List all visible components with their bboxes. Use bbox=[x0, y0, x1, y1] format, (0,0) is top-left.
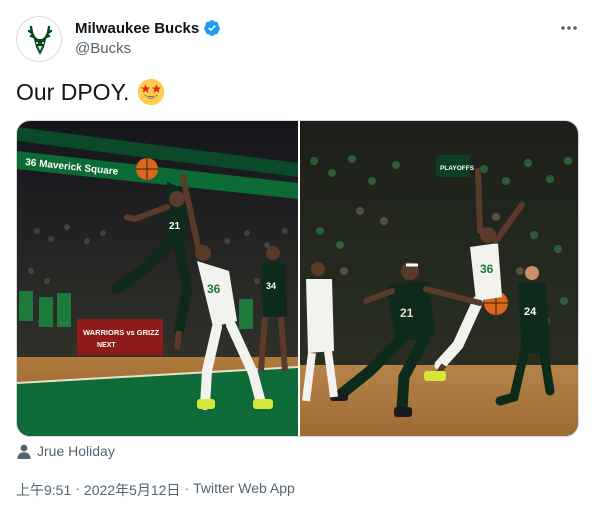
author-handle[interactable]: @Bucks bbox=[75, 40, 131, 57]
author-name-row: Milwaukee Bucks bbox=[75, 19, 221, 37]
player-number-left-a: 21 bbox=[169, 221, 181, 232]
board-subtext: NEXT bbox=[97, 342, 116, 349]
board-text: WARRIORS vs GRIZZ bbox=[83, 328, 160, 337]
tweet-text: Our DPOY. bbox=[16, 78, 165, 106]
verified-badge-icon bbox=[204, 20, 221, 36]
player-number-right-a: 21 bbox=[400, 306, 414, 320]
photo-left-image: 36 Maverick Square WARRIORS vs GRIZZ NEX… bbox=[17, 121, 298, 436]
tagged-person-name: Jrue Holiday bbox=[37, 443, 115, 459]
player-number-right-b: 36 bbox=[480, 262, 494, 276]
player-number-right-c: 24 bbox=[524, 306, 537, 318]
tweet-source[interactable]: Twitter Web App bbox=[193, 480, 295, 500]
person-icon bbox=[17, 444, 31, 459]
media-grid: 36 Maverick Square WARRIORS vs GRIZZ NEX… bbox=[16, 120, 579, 437]
avatar[interactable] bbox=[16, 16, 62, 62]
author-name[interactable]: Milwaukee Bucks bbox=[75, 20, 199, 37]
more-dots-icon bbox=[561, 26, 577, 30]
tweet-card: Milwaukee Bucks @Bucks Our DPOY. 36 Mave… bbox=[0, 0, 594, 512]
tweet-meta: 上午9:51 · 2022年5月12日 · Twitter Web App bbox=[16, 480, 295, 500]
tweet-date[interactable]: 2022年5月12日 bbox=[84, 480, 181, 500]
player-number-left-c: 34 bbox=[266, 281, 276, 291]
tweet-time[interactable]: 上午9:51 bbox=[16, 480, 71, 500]
photo-left[interactable]: 36 Maverick Square WARRIORS vs GRIZZ NEX… bbox=[17, 121, 298, 436]
player-number-left-b: 36 bbox=[207, 282, 221, 296]
photo-right-image: PLAYOFFS 36 21 24 bbox=[300, 121, 578, 436]
star-struck-emoji-icon bbox=[138, 78, 165, 106]
more-options-button[interactable] bbox=[558, 18, 580, 38]
meta-separator-2: · bbox=[184, 480, 190, 496]
tagged-person[interactable]: Jrue Holiday bbox=[17, 443, 115, 459]
playoffs-screen-text: PLAYOFFS bbox=[440, 165, 475, 172]
bucks-deer-logo-icon bbox=[18, 18, 61, 61]
meta-separator-1: · bbox=[75, 480, 80, 496]
photo-right[interactable]: PLAYOFFS 36 21 24 bbox=[300, 121, 578, 436]
tweet-text-content: Our DPOY. bbox=[16, 78, 130, 105]
